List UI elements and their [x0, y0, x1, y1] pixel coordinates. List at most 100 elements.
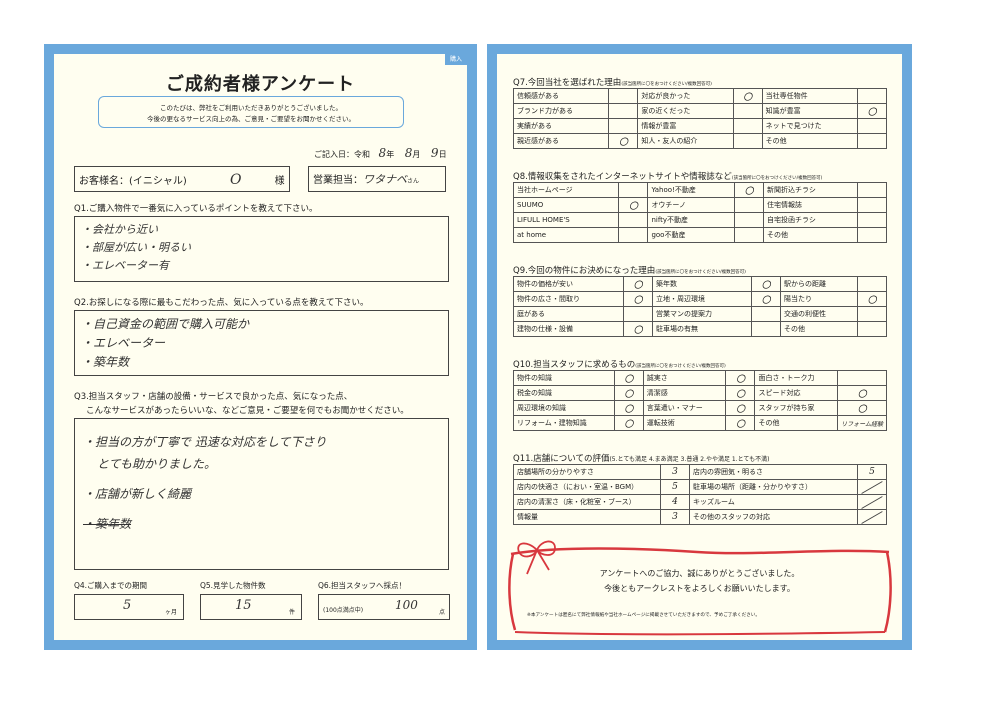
q11-r1-m2[interactable]: 5: [857, 464, 887, 480]
q7-r3-m1[interactable]: [608, 118, 639, 134]
q9-r1-m3[interactable]: [857, 276, 887, 292]
q8-r1-m3[interactable]: [857, 182, 887, 198]
q10-r4-m2[interactable]: 〇: [725, 415, 756, 431]
q9-r2-m1[interactable]: 〇: [623, 291, 653, 307]
q7-r4-m2[interactable]: [732, 133, 763, 149]
q7-r3-m3[interactable]: [857, 118, 887, 134]
q8-r3-m3[interactable]: [857, 212, 887, 228]
q8-r1-m1[interactable]: [618, 182, 649, 198]
q9-r4-m2[interactable]: [751, 321, 781, 337]
q8-r4-m2[interactable]: [733, 227, 764, 243]
q9-r3-m1[interactable]: [623, 306, 653, 322]
q8-r4-c3: その他: [762, 227, 859, 243]
q4-field[interactable]: 5 ヶ月: [74, 594, 184, 620]
customer-initial: O: [230, 172, 242, 188]
q11-r1-c2: 店内の雰囲気・明るさ: [689, 464, 858, 480]
q9-r3-m3[interactable]: [857, 306, 887, 322]
q8-r3-c2: nifty不動産: [647, 212, 735, 228]
intro-line-1: このたびは、弊社をご利用いただきありがとうございました。: [160, 104, 342, 112]
q9-note: (該当箇所に〇をおつけください/複数回答可): [655, 270, 746, 275]
q7-r3-m2[interactable]: [732, 118, 763, 134]
q9-r4-m3[interactable]: [857, 321, 887, 337]
q7-r2-m2[interactable]: [732, 103, 763, 119]
right-sheet: Q7.今回当社を選ばれた理由(該当箇所に〇をおつけください/複数回答可) 信頼感…: [487, 44, 912, 650]
q11-r1-m1[interactable]: 3: [660, 464, 690, 480]
q7-r1-m2[interactable]: 〇: [732, 88, 763, 104]
staff-name-field[interactable]: 営業担当：ワタナベさん: [308, 166, 446, 192]
q10-r1-m2[interactable]: 〇: [725, 370, 756, 386]
q7-r2-m3[interactable]: 〇: [857, 103, 887, 119]
q10-r2-m3[interactable]: 〇: [837, 385, 887, 401]
q8-r4-m3[interactable]: [857, 227, 887, 243]
q10-r3-m2[interactable]: 〇: [725, 400, 756, 416]
date-day-unit: 日: [438, 150, 447, 159]
date-label: ご記入日：令和: [314, 150, 370, 159]
q8-r2-c1: SUUMO: [512, 197, 620, 213]
q1-answer-2: ・部屋が広い・明るい: [81, 241, 191, 254]
date-day: 9: [430, 146, 439, 160]
q1-answer-box[interactable]: ・会社から近い ・部屋が広い・明るい ・エレベーター有: [74, 216, 449, 282]
q9-r4-c1: 建物の仕様・設備: [513, 321, 624, 337]
q10-r4-m1[interactable]: 〇: [613, 415, 644, 431]
q10-r3-m1[interactable]: 〇: [613, 400, 644, 416]
q3-answer-box[interactable]: ・担当の方が丁寧で 迅速な対応をして下さり とても助かりました。 ・店舗が新しく…: [74, 418, 449, 570]
q7-r4-m3[interactable]: [857, 133, 887, 149]
q10-r2-m2[interactable]: 〇: [725, 385, 756, 401]
q10-title: Q10.担当スタッフに求めるもの: [513, 360, 636, 370]
q8-r3-m1[interactable]: [618, 212, 649, 228]
q10-r1-m1[interactable]: 〇: [613, 370, 644, 386]
q11-r3-m2[interactable]: [857, 494, 887, 510]
q10-r2-c3: スピード対応: [754, 385, 839, 401]
q9-r3-m2[interactable]: [751, 306, 781, 322]
q7-r1-m1[interactable]: [608, 88, 639, 104]
q9-r2-m2[interactable]: 〇: [751, 291, 781, 307]
q7-note: (該当箇所に〇をおつけください/複数回答可): [621, 82, 712, 87]
left-sheet: 購入 ご成約者様アンケート このたびは、弊社をご利用いただきありがとうございまし…: [44, 44, 477, 650]
q10-r1-c3: 面白さ・トーク力: [754, 370, 839, 386]
table-row: LIFULL HOME'S nifty不動産 自宅投函チラシ: [512, 212, 887, 228]
q11-r4-c1: 情報量: [513, 509, 661, 525]
table-row: 周辺環境の知識〇 言葉遣い・マナー〇 スタッフが持ち家〇: [513, 400, 887, 416]
q10-r4-m3[interactable]: リフォーム経験: [837, 415, 887, 431]
q7-r4-m1[interactable]: 〇: [608, 133, 639, 149]
q11-r3-m1[interactable]: 4: [660, 494, 690, 510]
q8-r2-m1[interactable]: 〇: [618, 197, 649, 213]
table-row: 庭がある 営業マンの提案力 交通の利便性: [513, 306, 887, 322]
q10-r1-m3[interactable]: [837, 370, 887, 386]
q8-r4-m1[interactable]: [618, 227, 649, 243]
q7-r2-m1[interactable]: [608, 103, 639, 119]
q6-field[interactable]: (100点満点中) 100 点: [318, 594, 450, 620]
customer-name-field[interactable]: お客様名：(イニシャル) O 様: [74, 166, 290, 192]
q9-r2-m3[interactable]: 〇: [857, 291, 887, 307]
q4-value: 5: [123, 598, 132, 613]
q11-r4-m2[interactable]: [857, 509, 887, 525]
q1-answer-3: ・エレベーター有: [81, 259, 169, 272]
q7-r1-c3: 当社専任物件: [761, 88, 859, 104]
q7-r1-m3[interactable]: [857, 88, 887, 104]
q11-r4-m1[interactable]: 3: [660, 509, 690, 525]
q3-label-2: こんなサービスがあったらいいな、などご意見・ご要望を何でもお聞かせください。: [86, 406, 409, 416]
q8-r4-c1: at home: [512, 227, 620, 243]
q9-r1-m1[interactable]: 〇: [623, 276, 653, 292]
q9-r4-m1[interactable]: 〇: [623, 321, 653, 337]
q8-r2-m2[interactable]: [733, 197, 764, 213]
q11-scale: (5.とても満足 4.まあ満足 3.普通 2.やや満足 1.とても不満): [609, 456, 770, 463]
q7-table: 信頼感がある 対応が良かった〇 当社専任物件 ブランド力がある 家の近くだった …: [512, 88, 887, 149]
q11-r2-m2[interactable]: [857, 479, 887, 495]
q10-r3-m3[interactable]: 〇: [837, 400, 887, 416]
q8-r2-m3[interactable]: [857, 197, 887, 213]
table-row: at home goo不動産 その他: [512, 227, 887, 243]
q3-answer-3: ・店舗が新しく綺麗: [83, 487, 192, 501]
q7-r3-c2: 情報が豊富: [637, 118, 734, 134]
q2-answer-box[interactable]: ・自己資金の範囲で購入可能か ・エレベーター ・築年数: [74, 310, 449, 376]
q5-field[interactable]: 15 件: [200, 594, 302, 620]
q8-r1-m2[interactable]: 〇: [733, 182, 764, 198]
q9-r4-c2: 駐車場の有無: [652, 321, 752, 337]
q10-r3-c3: スタッフが持ち家: [754, 400, 839, 416]
q10-r2-m1[interactable]: 〇: [613, 385, 644, 401]
q9-r1-m2[interactable]: 〇: [751, 276, 781, 292]
table-row: 情報量 3 その他のスタッフの対応: [513, 509, 887, 525]
q8-r3-m2[interactable]: [733, 212, 764, 228]
date-month-unit: 月: [412, 150, 421, 159]
q11-r2-m1[interactable]: 5: [660, 479, 690, 495]
